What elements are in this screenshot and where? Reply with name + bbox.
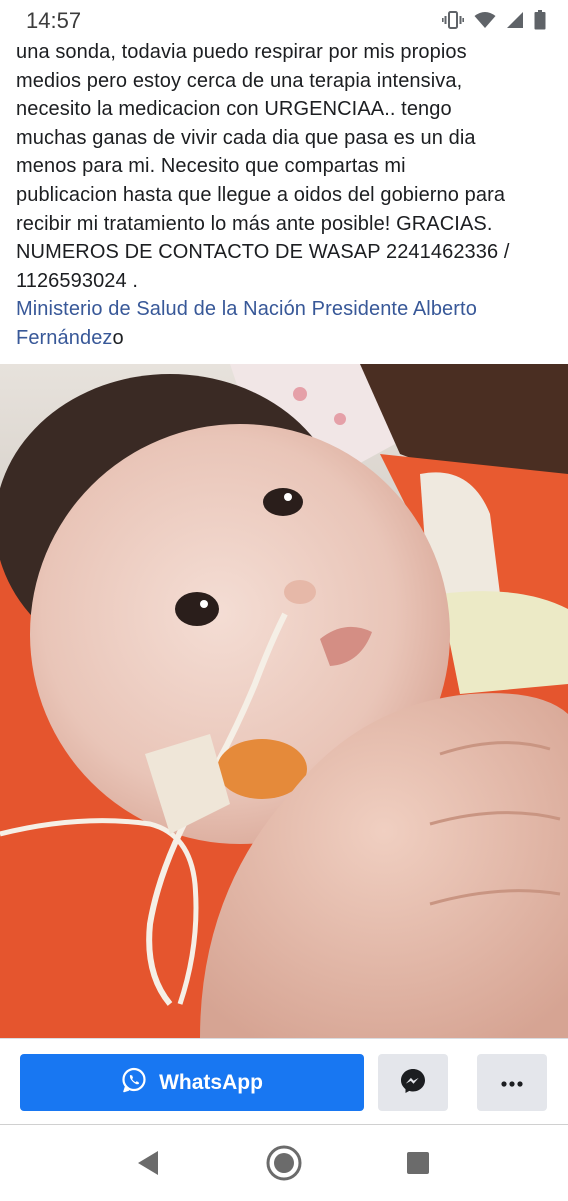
post-line: recibir mi tratamiento lo más ante posib… <box>16 212 493 235</box>
mention-link[interactable]: Ministerio de Salud de la Nación Preside… <box>16 298 477 320</box>
back-button[interactable] <box>128 1145 168 1185</box>
more-icon <box>500 1073 524 1092</box>
post-line: necesito la medicacion con URGENCIAA.. t… <box>16 98 452 121</box>
home-button[interactable] <box>264 1145 304 1185</box>
post-line: menos para mi. Necesito que compartas mi <box>16 155 406 178</box>
messenger-share-button[interactable] <box>378 1054 448 1111</box>
wifi-icon <box>474 11 496 29</box>
post-line: medios pero estoy cerca de una terapia i… <box>16 69 463 92</box>
whatsapp-icon <box>121 1067 147 1099</box>
mention-suffix: o <box>112 326 124 349</box>
share-action-bar: WhatsApp <box>0 1038 568 1125</box>
whatsapp-label: WhatsApp <box>159 1070 263 1094</box>
post-text: una sonda, todavia puedo respirar por mi… <box>16 38 556 353</box>
recent-apps-button[interactable] <box>398 1145 438 1185</box>
signal-icon <box>506 11 524 29</box>
photo-icon <box>0 364 568 1038</box>
post-line: 1126593024 . <box>16 269 139 292</box>
whatsapp-share-button[interactable]: WhatsApp <box>20 1054 364 1111</box>
post-line: una sonda, todavia puedo respirar por mi… <box>16 41 467 63</box>
battery-icon <box>534 10 546 30</box>
mention-link-continued[interactable]: Fernández <box>16 327 113 349</box>
post-line: NUMEROS DE CONTACTO DE WASAP 2241462336 … <box>16 241 510 264</box>
recent-apps-icon <box>405 1150 431 1180</box>
back-icon <box>135 1149 161 1181</box>
system-nav-bar <box>0 1124 568 1201</box>
post-line: publicacion hasta que llegue a oidos del… <box>16 183 506 206</box>
post-line: muchas ganas de vivir cada dia que pasa … <box>16 126 476 149</box>
status-icons <box>442 10 546 30</box>
home-icon <box>265 1144 303 1186</box>
post-photo[interactable] <box>0 364 568 1038</box>
more-options-button[interactable] <box>477 1054 547 1111</box>
status-time: 14:57 <box>26 8 82 33</box>
messenger-icon <box>399 1067 427 1099</box>
vibrate-icon <box>442 10 464 30</box>
